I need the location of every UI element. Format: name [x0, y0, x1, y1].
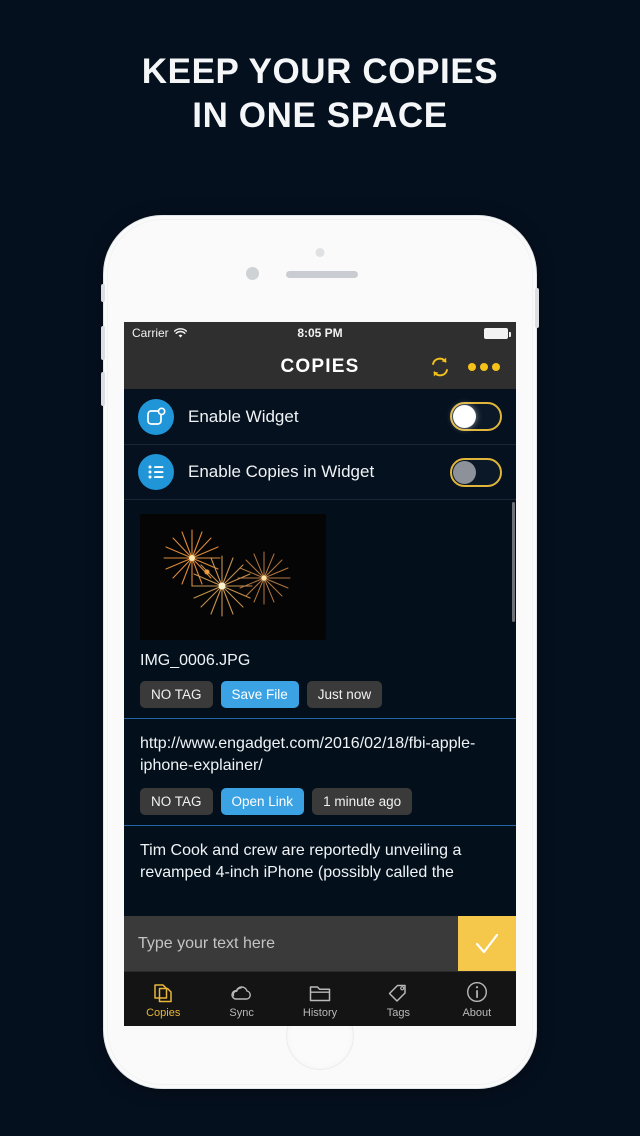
chip-action[interactable]: Open Link — [220, 788, 305, 815]
list-icon — [138, 454, 174, 490]
chip-tag[interactable]: NO TAG — [140, 788, 213, 815]
entry-chips: NO TAG Open Link 1 minute ago — [140, 788, 500, 815]
more-options-icon[interactable] — [468, 362, 500, 371]
info-icon — [465, 980, 489, 1004]
tag-icon — [386, 980, 410, 1004]
front-camera-icon — [315, 248, 325, 257]
entry-title: IMG_0006.JPG — [140, 652, 251, 669]
fireworks-photo[interactable] — [140, 514, 326, 640]
toggle-knob — [453, 460, 476, 484]
cloud-icon — [229, 980, 255, 1004]
status-bar: Carrier 8:05 PM — [124, 322, 516, 344]
power-button[interactable] — [535, 288, 539, 328]
battery-icon — [484, 327, 511, 339]
setting-row-enable-copies-in-widget[interactable]: Enable Copies in Widget — [124, 444, 516, 499]
earpiece-speaker — [286, 271, 358, 278]
chip-timestamp[interactable]: Just now — [306, 681, 383, 708]
proximity-sensor-icon — [246, 267, 259, 280]
send-button[interactable] — [458, 916, 516, 971]
list-item[interactable]: Tim Cook and crew are reportedly unveili… — [124, 825, 516, 894]
tab-label: Copies — [146, 1006, 181, 1019]
tab-sync[interactable]: Sync — [202, 972, 280, 1026]
tab-label: About — [462, 1006, 492, 1019]
headline-line-2: IN ONE SPACE — [192, 96, 448, 135]
toggle-knob — [453, 405, 476, 428]
toggle-enable-copies-in-widget[interactable] — [450, 457, 502, 487]
entry-chips: NO TAG Save File Just now — [140, 681, 500, 708]
tab-bar: Copies Sync History Tags About — [124, 971, 516, 1026]
page-title: KEEP YOUR COPIES IN ONE SPACE — [0, 50, 640, 138]
volume-up-button[interactable] — [101, 326, 105, 360]
volume-down-button[interactable] — [101, 372, 105, 406]
toggle-enable-widget[interactable] — [450, 402, 502, 431]
silent-switch-button[interactable] — [101, 284, 105, 302]
list-item[interactable]: http://www.engadget.com/2016/02/18/fbi-a… — [124, 718, 516, 825]
setting-label-enable-copies-in-widget: Enable Copies in Widget — [188, 462, 375, 481]
chip-action[interactable]: Save File — [220, 681, 299, 708]
phone-mockup: Carrier 8:05 PM COPIES Enable Widget Ena… — [101, 216, 539, 1088]
documents-icon — [152, 980, 174, 1004]
tab-label: Sync — [229, 1006, 254, 1019]
tab-label: History — [302, 1006, 338, 1019]
widget-icon — [138, 398, 174, 435]
status-bar-right — [484, 327, 511, 339]
headline-line-1: KEEP YOUR COPIES — [141, 52, 499, 91]
list-item[interactable]: IMG_0006.JPG NO TAG Save File Just now — [124, 500, 516, 718]
tab-about[interactable]: About — [438, 972, 516, 1026]
setting-row-enable-widget[interactable]: Enable Widget — [124, 389, 516, 444]
tab-tags[interactable]: Tags — [359, 972, 437, 1026]
promo-screenshot: KEEP YOUR COPIES IN ONE SPACE Carrier 8:… — [0, 0, 640, 1136]
compose-input[interactable] — [124, 934, 458, 953]
tab-label: Tags — [386, 1006, 411, 1019]
status-bar-time: 8:05 PM — [297, 326, 343, 340]
header-actions — [428, 355, 516, 379]
checkmark-icon — [475, 933, 499, 953]
entry-text: http://www.engadget.com/2016/02/18/fbi-a… — [140, 735, 476, 774]
folder-icon — [308, 980, 332, 1004]
sync-refresh-icon[interactable] — [428, 355, 452, 379]
setting-label-enable-widget: Enable Widget — [188, 406, 299, 426]
tab-history[interactable]: History — [281, 972, 359, 1026]
entry-text: Tim Cook and crew are reportedly unveili… — [140, 842, 462, 881]
tab-copies[interactable]: Copies — [124, 972, 202, 1026]
chip-tag[interactable]: NO TAG — [140, 681, 213, 708]
chip-timestamp[interactable]: 1 minute ago — [312, 788, 413, 815]
compose-bar — [124, 916, 516, 971]
phone-screen: Carrier 8:05 PM COPIES Enable Widget Ena… — [124, 322, 516, 1026]
app-header: COPIES — [124, 344, 516, 389]
